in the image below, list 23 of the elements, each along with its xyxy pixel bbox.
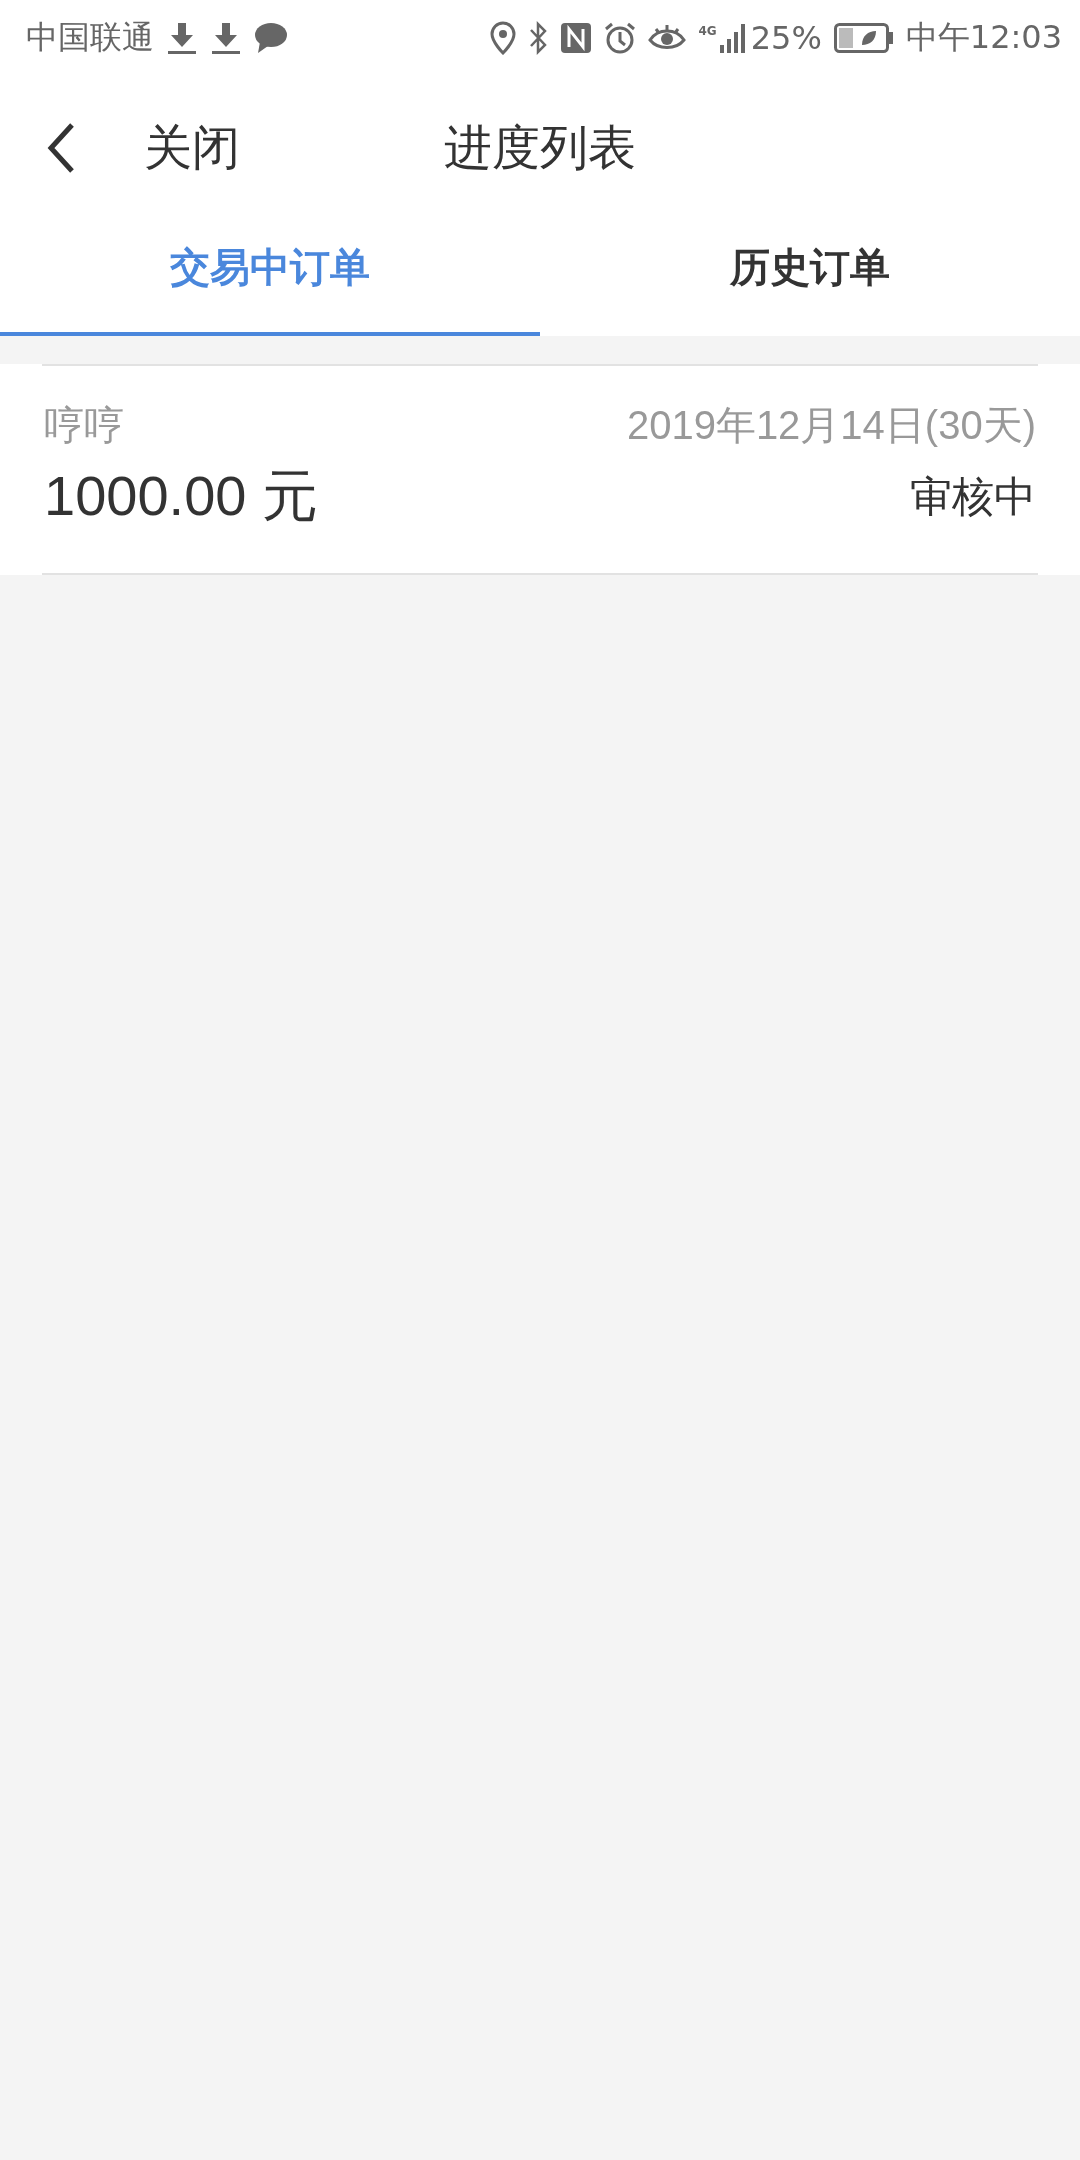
carrier-name: 中国联通 [26, 17, 154, 58]
clock-time: 中午12:03 [905, 17, 1062, 58]
close-button[interactable]: 关闭 [144, 116, 240, 180]
nfc-icon [560, 21, 593, 55]
page-title: 进度列表 [444, 118, 636, 177]
download-icon [210, 21, 242, 55]
battery-icon [833, 23, 894, 53]
back-icon[interactable] [46, 122, 76, 174]
order-date: 2019年12月14日(30天) [626, 402, 1036, 449]
order-card[interactable]: 哼哼 2019年12月14日(30天) 1000.00 元 审核中 [0, 364, 1080, 575]
signal-icon [718, 21, 747, 55]
bluetooth-icon [528, 21, 549, 55]
tab[interactable]: 交易中订单 [0, 220, 540, 336]
order-name: 哼哼 [44, 401, 125, 450]
chat-bubble-icon [254, 22, 288, 54]
location-pin-icon [490, 21, 517, 55]
battery-percent: 25% [750, 19, 822, 57]
alarm-clock-icon [604, 21, 637, 55]
network-type: 4G [698, 25, 717, 37]
download-icon [166, 21, 198, 55]
tab[interactable]: 历史订单 [540, 220, 1080, 336]
order-status: 审核中 [910, 471, 1036, 523]
order-amount: 1000.00 元 [44, 463, 318, 529]
